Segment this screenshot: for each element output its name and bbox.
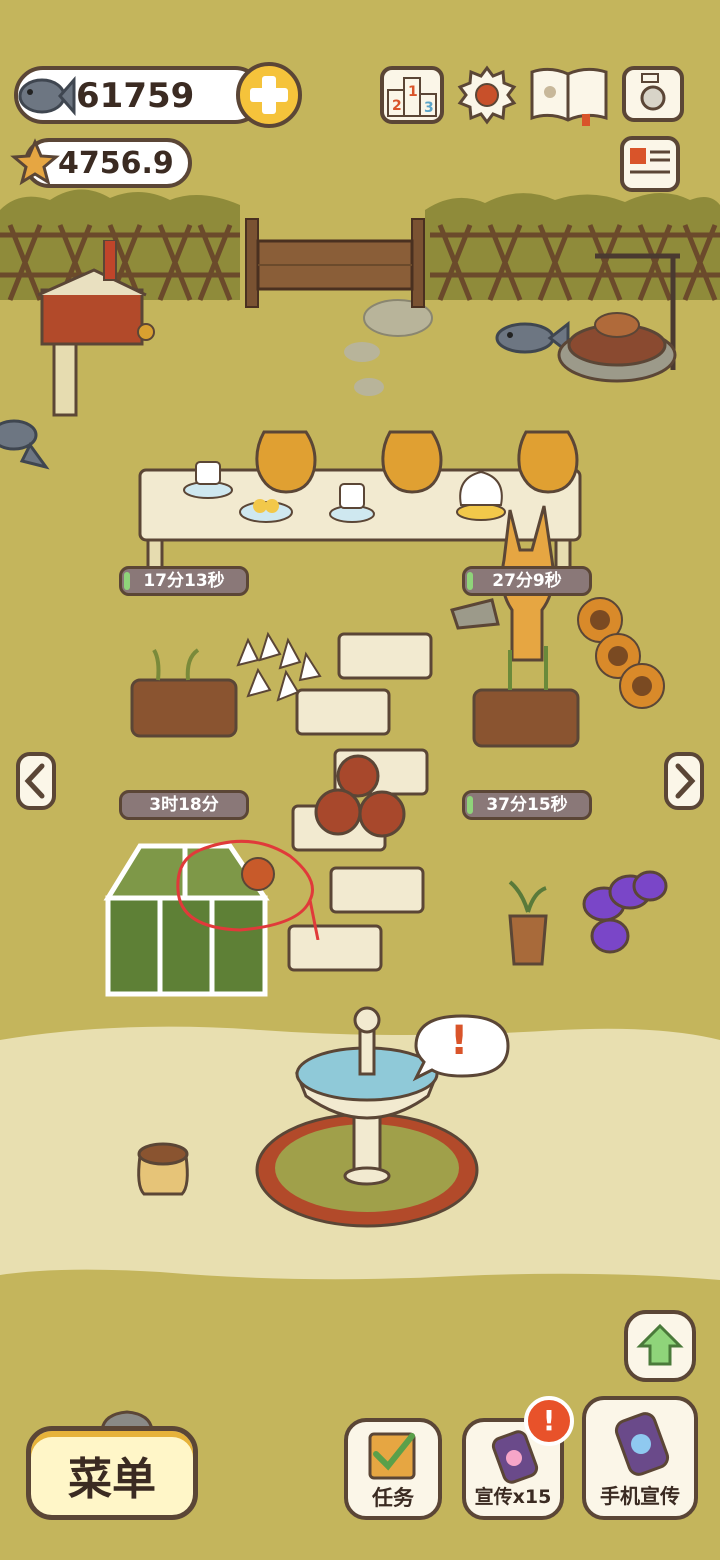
plus-icon: [250, 76, 288, 114]
alert-exclamation: !: [450, 1018, 469, 1064]
garden-plot-sunflowers[interactable]: [470, 590, 680, 750]
promote-label: 宣传x15: [474, 1486, 552, 1508]
plot-timer-top-left: 17分13秒: [119, 566, 249, 596]
feed-sack[interactable]: [130, 1136, 196, 1198]
eggplants[interactable]: [580, 864, 672, 960]
settings-gear-icon[interactable]: [456, 64, 518, 126]
camera-icon: [640, 73, 666, 111]
up-arrow-icon: [636, 1323, 684, 1366]
ranking-button[interactable]: 2 1 3: [380, 66, 444, 124]
scroll-right-button[interactable]: [664, 752, 704, 810]
timer-progress: [467, 572, 473, 590]
svg-text:2: 2: [392, 98, 402, 114]
star-count: 4756.9: [58, 146, 174, 181]
svg-text:1: 1: [408, 84, 418, 100]
annotation-red-circle: [176, 839, 320, 940]
news-card-button[interactable]: [620, 136, 680, 192]
phone-promote-label: 手机宣传: [600, 1484, 680, 1508]
book-journal-icon[interactable]: [528, 64, 610, 126]
chevron-left-icon: [24, 763, 45, 799]
podium-icon: 2 1 3: [387, 77, 437, 117]
wooden-gate[interactable]: [240, 215, 430, 310]
newspaper-icon: [630, 148, 670, 174]
game-scene: 17分13秒 27分9秒 3时18分 37分15秒 ! 61759 4756.9…: [0, 0, 720, 1560]
camera-button[interactable]: [622, 66, 684, 122]
scroll-up-button[interactable]: [624, 1310, 696, 1382]
timer-text: 3时18分: [149, 795, 219, 815]
timer-text: 37分15秒: [486, 795, 568, 815]
fish-pickup-left[interactable]: [0, 405, 50, 475]
speech-bubble-alert[interactable]: !: [412, 1012, 512, 1082]
campfire-grill[interactable]: [555, 250, 685, 390]
chevron-right-icon: [675, 763, 696, 799]
plot-timer-bottom-right: 37分15秒: [462, 790, 592, 820]
star-icon: [10, 138, 60, 186]
potted-sprout[interactable]: [502, 872, 554, 968]
timer-progress: [467, 796, 473, 814]
tasks-button[interactable]: 任务: [344, 1418, 442, 1520]
phone-icon: [614, 1412, 670, 1476]
menu-button[interactable]: 菜单: [26, 1426, 198, 1520]
add-fish-button[interactable]: [236, 62, 302, 128]
timer-text: 27分9秒: [492, 571, 562, 591]
menu-label: 菜单: [68, 1454, 156, 1505]
fish-icon: [18, 76, 76, 116]
yarn-balls[interactable]: [310, 752, 415, 842]
svg-text:3: 3: [424, 100, 434, 116]
timer-text: 17分13秒: [143, 571, 225, 591]
scroll-left-button[interactable]: [16, 752, 56, 810]
checklist-icon: [368, 1432, 416, 1480]
timer-progress: [124, 572, 130, 590]
tasks-label: 任务: [372, 1486, 414, 1510]
plot-timer-bottom-left: 3时18分: [119, 790, 249, 820]
fish-count: 61759: [76, 76, 195, 116]
mailbox[interactable]: [34, 240, 164, 420]
badge-exclamation: !: [542, 1404, 556, 1437]
promote-alert-badge: !: [524, 1396, 574, 1446]
phone-promote-button[interactable]: 手机宣传: [582, 1396, 698, 1520]
